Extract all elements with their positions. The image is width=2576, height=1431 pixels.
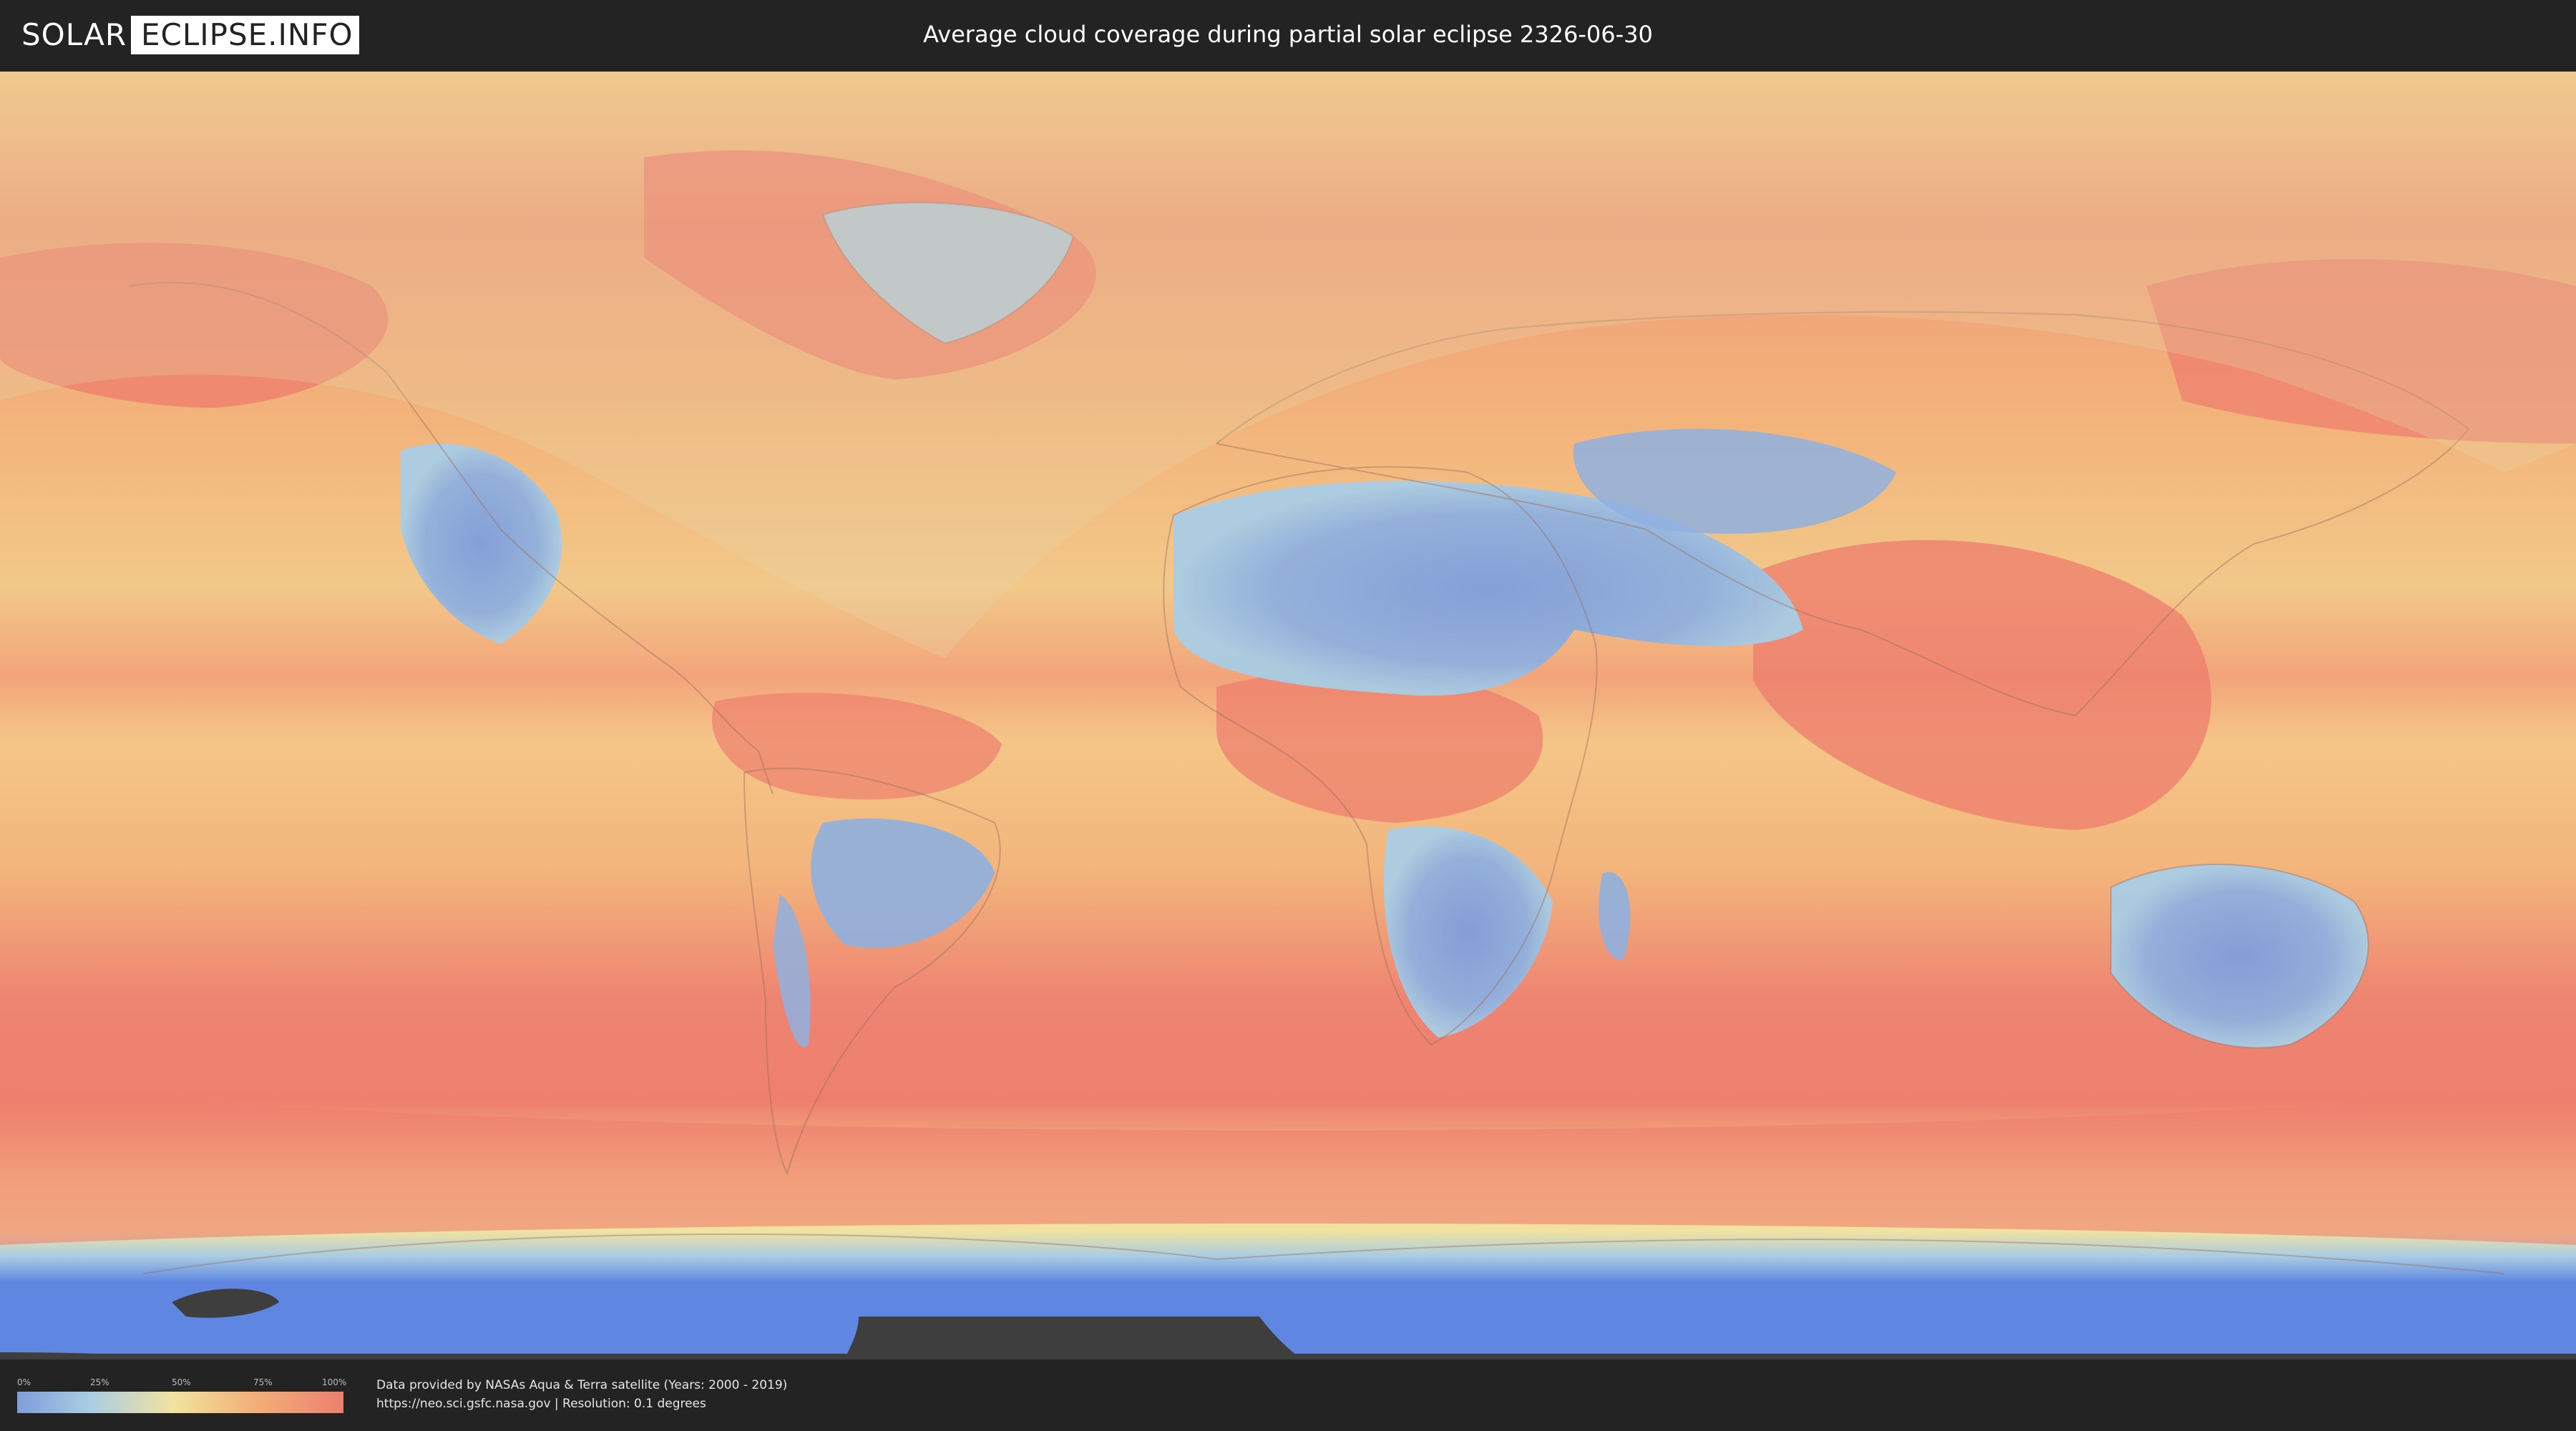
legend-tick-50: 50% xyxy=(172,1377,191,1387)
source-link[interactable]: https://neo.sci.gsfc.nasa.gov | Resoluti… xyxy=(376,1395,706,1412)
data-credit: Data provided by NASAs Aqua & Terra sate… xyxy=(376,1378,788,1392)
legend-tick-75: 75% xyxy=(253,1377,273,1387)
legend-color-bar xyxy=(17,1392,343,1413)
legend-tick-100: 100% xyxy=(322,1377,347,1387)
footer-bar: 0% 25% 50% 75% 100% Data provided by NAS… xyxy=(0,1359,2576,1431)
cloud-coverage-map[interactable] xyxy=(0,72,2576,1359)
map-container[interactable] xyxy=(0,72,2576,1359)
no-data-region-3 xyxy=(844,1317,1302,1359)
page-title: Average cloud coverage during partial so… xyxy=(923,21,1653,48)
header-bar: SOLAR ECLIPSE.INFO Average cloud coverag… xyxy=(0,0,2576,72)
map-bottom-nodata xyxy=(0,1354,2576,1359)
legend-tick-25: 25% xyxy=(90,1377,109,1387)
legend-tick-0: 0% xyxy=(17,1377,31,1387)
